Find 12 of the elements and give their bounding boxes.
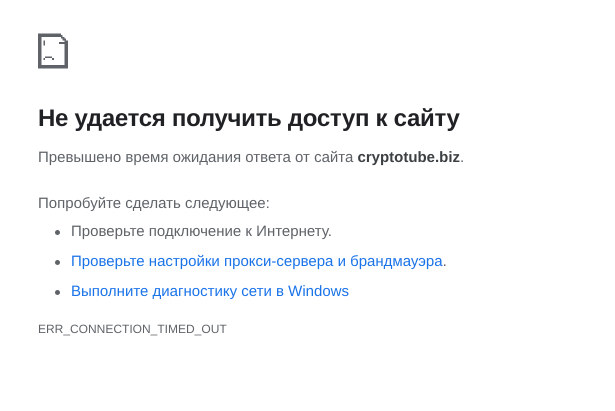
bullet-icon bbox=[55, 260, 60, 264]
bullet-icon bbox=[55, 230, 60, 234]
error-heading: Не удается получить доступ к сайту bbox=[38, 105, 461, 133]
suggestion-text: Проверьте подключение к Интернету. bbox=[71, 222, 332, 242]
suggestions-label: Попробуйте сделать следующее: bbox=[38, 194, 271, 214]
suggestion-link[interactable]: Проверьте настройки прокси-сервера и брандмауэра bbox=[71, 252, 443, 272]
sad-page-icon bbox=[38, 33, 68, 69]
bullet-icon bbox=[55, 290, 60, 294]
error-code: ERR_CONNECTION_TIMED_OUT bbox=[38, 322, 228, 336]
period-text: . bbox=[442, 252, 447, 272]
error-message: Превышено время ожидания ответа от сайта cryptotube.biz. bbox=[38, 148, 466, 168]
suggestion-link[interactable]: Выполните диагностику сети в Windows bbox=[71, 282, 350, 302]
